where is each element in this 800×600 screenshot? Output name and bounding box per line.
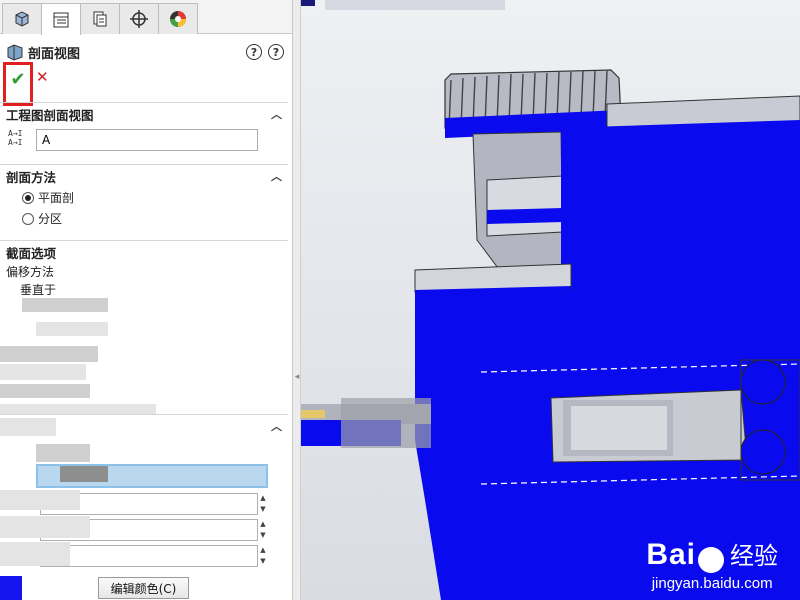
watermark-brand-left: Bai <box>646 537 696 571</box>
property-manager-icon <box>53 12 69 27</box>
panel-title-row: 剖面视图 ? ? <box>6 42 284 62</box>
offset-method-label: 偏移方法 <box>6 265 55 279</box>
dimxpert-icon <box>130 10 148 28</box>
obscured-content <box>0 404 156 414</box>
section-header[interactable]: 剖面方法 ︿ <box>0 165 288 187</box>
spinner-arrows-icon[interactable]: ▲ ▼ <box>258 493 268 515</box>
collapse-arrow-icon[interactable]: ◂ <box>294 370 300 384</box>
baidu-jingyan-watermark: Bai 经验 jingyan.baidu.com <box>646 536 778 593</box>
whats-new-help-icon[interactable]: ? <box>246 44 262 60</box>
ok-button[interactable]: ✔ <box>3 62 33 106</box>
obscured-content <box>0 346 98 362</box>
display-manager-icon <box>170 11 186 27</box>
chevron-up-icon[interactable]: ︿ <box>271 168 282 184</box>
color-swatch <box>0 576 22 600</box>
obscured-content <box>22 298 108 312</box>
cancel-button[interactable]: ✕ <box>36 68 49 86</box>
normal-to-label: 垂直于 <box>20 283 57 297</box>
radio-zonal[interactable]: 分区 <box>0 208 288 229</box>
section-model <box>301 0 800 600</box>
tab-configuration-manager[interactable] <box>80 3 120 34</box>
section-method: 剖面方法 ︿ 平面剖 分区 <box>0 164 288 236</box>
section-header[interactable]: 工程图剖面视图 ︿ <box>0 103 288 125</box>
edit-color-button[interactable]: 编辑颜色(C) <box>98 577 189 599</box>
tab-dimxpert-manager[interactable] <box>119 3 159 34</box>
watermark-brand-right: 经验 <box>730 541 778 570</box>
obscured-content <box>0 418 56 436</box>
spin-field[interactable]: ▲ ▼ <box>40 545 268 567</box>
chevron-up-icon[interactable]: ︿ <box>271 418 282 434</box>
property-manager-panel: 剖面视图 ? ? ✔ ✕ 工程图剖面视图 ︿ A→IA→I 剖面方法 ︿ 平面剖 <box>0 0 293 600</box>
section-header[interactable]: 截面选项 <box>0 241 288 263</box>
action-row: ✔ ✕ <box>2 62 62 106</box>
manager-tabs <box>0 0 292 35</box>
obscured-content <box>60 466 108 482</box>
section-drawing-section-view: 工程图剖面视图 ︿ A→I A→I <box>0 102 288 162</box>
chevron-up-icon[interactable]: ︿ <box>271 106 282 122</box>
radio-button[interactable] <box>22 212 34 225</box>
configuration-manager-icon <box>93 11 107 27</box>
tab-display-manager[interactable] <box>158 3 198 34</box>
obscured-content <box>0 364 86 380</box>
obscured-content <box>0 490 80 510</box>
baidu-paw-icon <box>698 547 724 573</box>
graphics-viewport[interactable]: Bai 经验 jingyan.baidu.com <box>301 0 800 600</box>
tab-property-manager[interactable] <box>41 3 81 35</box>
obscured-content <box>36 444 90 462</box>
panel-title: 剖面视图 <box>28 46 81 62</box>
obscured-content <box>36 322 108 336</box>
panel-splitter[interactable]: ◂ <box>293 0 301 600</box>
spinner-arrows-icon[interactable]: ▲ ▼ <box>258 519 268 541</box>
section-view-icon <box>7 44 23 61</box>
help-icon[interactable]: ? <box>268 44 284 60</box>
checkmark-icon: ✔ <box>10 69 26 90</box>
obscured-content <box>0 542 70 566</box>
label-icon: A→I A→I <box>8 129 23 147</box>
section-name-input[interactable] <box>36 129 258 151</box>
radio-planar[interactable]: 平面剖 <box>0 187 288 208</box>
obscured-content <box>0 384 90 398</box>
feature-manager-icon <box>15 11 29 27</box>
obscured-content <box>0 516 90 538</box>
spinner-arrows-icon[interactable]: ▲ ▼ <box>258 545 268 567</box>
tab-feature-manager[interactable] <box>2 3 42 34</box>
watermark-site: jingyan.baidu.com <box>651 575 773 592</box>
radio-button[interactable] <box>22 191 34 204</box>
top-toolbar-strip <box>301 0 505 10</box>
